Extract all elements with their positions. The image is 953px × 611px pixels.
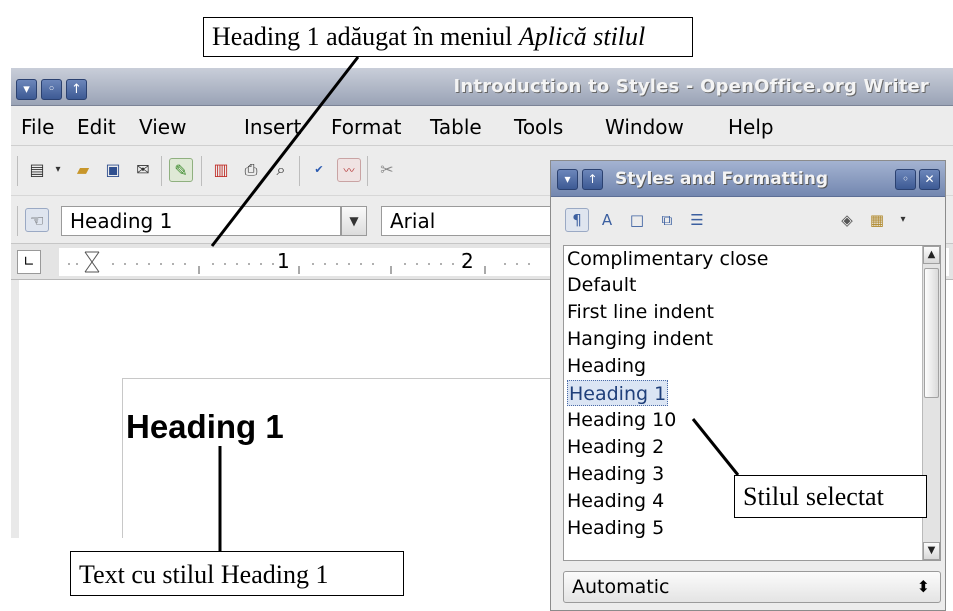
- style-item[interactable]: First line indent: [567, 299, 714, 325]
- menu-tools[interactable]: Tools: [514, 115, 563, 139]
- ruler-mark-1: 1: [277, 249, 290, 273]
- menu-table[interactable]: Table: [430, 115, 482, 139]
- tab-stop-icon[interactable]: ∟: [17, 250, 41, 274]
- menu-file[interactable]: File: [21, 115, 54, 139]
- print-preview-icon[interactable]: ⌕: [269, 158, 293, 182]
- page-styles-icon[interactable]: ⧉: [655, 208, 679, 232]
- toolbar-separator: [17, 156, 18, 186]
- style-item[interactable]: Heading 10: [567, 407, 676, 433]
- edit-file-icon[interactable]: ✎: [169, 158, 193, 182]
- new-dropdown-icon[interactable]: ▾: [51, 158, 65, 182]
- menu-bar: File Edit View Insert Format Table Tools…: [11, 106, 953, 146]
- menu-edit[interactable]: Edit: [77, 115, 116, 139]
- styles-menu-dropdown-icon[interactable]: ▾: [895, 208, 911, 232]
- document-heading[interactable]: Heading 1: [126, 408, 284, 446]
- email-icon[interactable]: ✉: [131, 158, 155, 182]
- styles-and-formatting-icon[interactable]: ☜: [25, 208, 49, 232]
- paragraph-styles-icon[interactable]: ¶: [565, 208, 589, 232]
- style-item[interactable]: Heading: [567, 353, 646, 379]
- toolbar-separator: [17, 206, 18, 236]
- window-menu-icon[interactable]: ▾: [16, 79, 37, 100]
- menu-view[interactable]: View: [139, 115, 186, 139]
- style-item[interactable]: Default: [567, 272, 636, 298]
- panel-title-bar: ▾ ↑ Styles and Formatting ◦ ✕: [551, 161, 945, 197]
- toolbar-separator: [367, 156, 368, 186]
- apply-style-combo[interactable]: Heading 1: [61, 206, 341, 236]
- style-item[interactable]: Heading 5: [567, 515, 664, 541]
- style-filter-select[interactable]: Automatic ⬍: [563, 571, 941, 603]
- export-pdf-icon[interactable]: ▥: [209, 158, 233, 182]
- style-item[interactable]: Heading 2: [567, 434, 664, 460]
- text-boundary-left: [122, 378, 123, 538]
- spellcheck-icon[interactable]: ✔: [307, 158, 331, 182]
- panel-close-icon[interactable]: ✕: [919, 169, 940, 190]
- character-styles-icon[interactable]: A: [595, 208, 619, 232]
- cut-icon[interactable]: ✂: [375, 158, 399, 182]
- toolbar-separator: [201, 156, 202, 186]
- callout-top-italic: Aplică stilul: [518, 22, 646, 51]
- scrollbar-thumb[interactable]: [924, 268, 939, 398]
- menu-format[interactable]: Format: [331, 115, 401, 139]
- callout-top-text: Heading 1 adăugat în meniul: [212, 22, 519, 51]
- callout-apply-style: Heading 1 adăugat în meniul Aplică stilu…: [203, 17, 693, 57]
- panel-title: Styles and Formatting: [615, 169, 829, 189]
- scroll-down-icon[interactable]: ▼: [923, 542, 940, 560]
- menu-help[interactable]: Help: [728, 115, 774, 139]
- print-icon[interactable]: ⎙: [239, 158, 263, 182]
- menu-insert[interactable]: Insert: [244, 115, 301, 139]
- open-folder-icon[interactable]: ▰: [71, 158, 95, 182]
- frame-styles-icon[interactable]: □: [625, 208, 649, 232]
- style-item[interactable]: Heading 4: [567, 488, 664, 514]
- fill-format-mode-icon[interactable]: ◈: [835, 208, 859, 232]
- callout-heading-text: Text cu stilul Heading 1: [70, 551, 404, 596]
- scroll-up-icon[interactable]: ▲: [923, 246, 940, 264]
- panel-rollup-icon[interactable]: ↑: [582, 169, 603, 190]
- toolbar-separator: [161, 156, 162, 186]
- text-boundary-top: [122, 378, 622, 379]
- new-document-icon[interactable]: ▤: [25, 158, 49, 182]
- style-item-selected[interactable]: Heading 1: [567, 380, 669, 406]
- style-category-toolbar: ¶ A □ ⧉ ☰ ◈ ▦ ▾: [551, 197, 945, 245]
- window-title: Introduction to Styles - OpenOffice.org …: [453, 76, 929, 97]
- title-bar: ▾ ◦ ↑ Introduction to Styles - OpenOffic…: [11, 68, 953, 106]
- toolbar-separator: [299, 156, 300, 186]
- style-item[interactable]: Complimentary close: [567, 246, 768, 272]
- ruler-mark-2: 2: [461, 249, 474, 273]
- save-icon[interactable]: ▣: [101, 158, 125, 182]
- autospellcheck-icon[interactable]: 〰: [337, 158, 361, 182]
- apply-style-dropdown-icon[interactable]: ▼: [341, 206, 367, 236]
- panel-menu-icon[interactable]: ▾: [557, 169, 578, 190]
- callout-selected-style: Stilul selectat: [734, 475, 927, 518]
- menu-window[interactable]: Window: [605, 115, 684, 139]
- window-maximize-icon[interactable]: ↑: [66, 79, 87, 100]
- style-filter-value: Automatic: [572, 576, 670, 598]
- updown-arrows-icon: ⬍: [916, 577, 930, 596]
- window-minimize-icon[interactable]: ◦: [41, 79, 62, 100]
- style-item[interactable]: Heading 3: [567, 461, 664, 487]
- styles-and-formatting-panel: ▾ ↑ Styles and Formatting ◦ ✕ ¶ A □ ⧉ ☰ …: [550, 160, 946, 611]
- new-style-from-selection-icon[interactable]: ▦: [865, 208, 889, 232]
- font-name-combo[interactable]: Arial: [381, 206, 561, 236]
- style-item[interactable]: Hanging indent: [567, 326, 713, 352]
- panel-maximize-icon[interactable]: ◦: [895, 169, 916, 190]
- list-styles-icon[interactable]: ☰: [685, 208, 709, 232]
